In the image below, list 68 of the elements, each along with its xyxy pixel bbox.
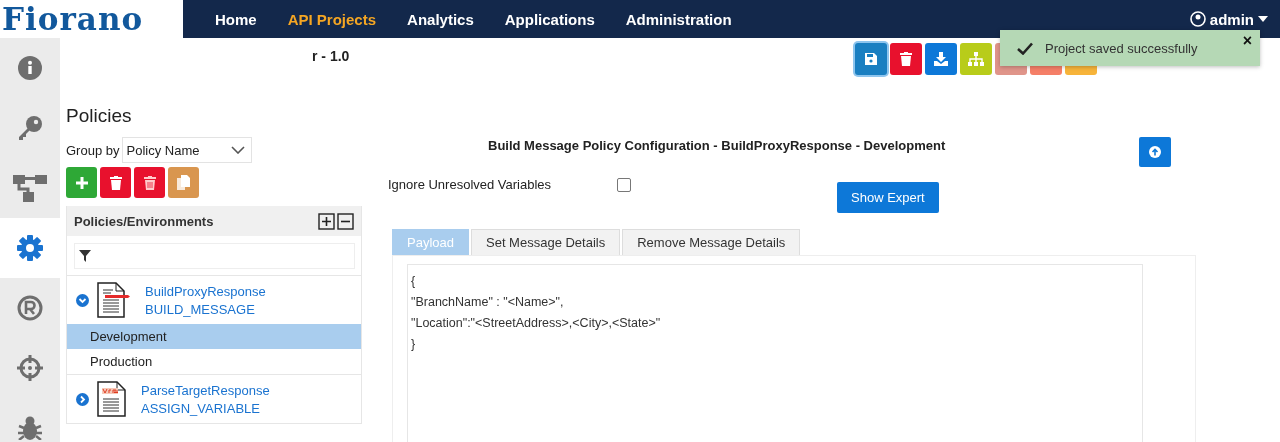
bug-icon — [17, 416, 43, 440]
filter-field[interactable] — [74, 243, 355, 269]
expand-icon[interactable] — [76, 392, 89, 406]
download-icon — [934, 52, 948, 66]
registered-icon — [17, 295, 43, 321]
group-by-select[interactable]: Policy Name — [122, 137, 253, 163]
nav-item[interactable]: Applications — [504, 10, 595, 28]
delete-button[interactable] — [100, 167, 131, 198]
payload-line: "Location":"<StreetAddress>,<City>,<State>" — [411, 315, 662, 332]
tree-header: Policies/Environments — [74, 213, 214, 229]
section-title: Policies — [66, 105, 132, 126]
payload-line: { — [411, 273, 417, 290]
sidebar-item[interactable] — [0, 218, 60, 278]
user-icon — [1189, 11, 1206, 27]
user-name[interactable]: admin — [1209, 10, 1254, 28]
save-button[interactable] — [855, 43, 887, 75]
collapse-icon[interactable] — [76, 293, 89, 307]
chevron-down-icon — [231, 146, 246, 154]
plus-icon — [75, 176, 88, 189]
policy-name[interactable]: BuildProxyResponse — [145, 283, 266, 299]
upload-icon — [1149, 146, 1161, 158]
expand-all-icon[interactable] — [318, 212, 335, 230]
payload-line: } — [411, 336, 417, 353]
nav-item[interactable]: API Projects — [287, 10, 377, 28]
policy-type: ASSIGN_VARIABLE — [141, 400, 261, 416]
close-button[interactable]: × — [1242, 32, 1252, 50]
ignore-variables-label: Ignore Unresolved Variables — [388, 177, 552, 192]
add-button[interactable] — [66, 167, 97, 198]
settings-icon — [17, 235, 43, 261]
nav-item[interactable]: Home — [215, 10, 257, 28]
config-title: Build Message Policy Configuration - BuildProxyResponse - Development — [488, 138, 946, 153]
sitemap-icon — [968, 52, 984, 66]
tab[interactable]: Set Message Details — [471, 229, 621, 255]
check-icon — [1017, 41, 1033, 55]
trash-icon — [109, 175, 122, 190]
logo: Fiorano — [0, 0, 183, 38]
group-by-label: Group by — [66, 142, 120, 158]
crosshair-icon — [17, 355, 43, 381]
tab[interactable]: Remove Message Details — [622, 229, 801, 255]
collapse-all-icon[interactable] — [337, 212, 354, 230]
filter-icon — [79, 250, 91, 262]
revision-label: r - 1.0 — [312, 48, 350, 64]
hierarchy-icon — [13, 173, 47, 203]
policy-name[interactable]: ParseTargetResponse — [141, 382, 270, 398]
copy-icon — [177, 175, 190, 190]
toast-message: Project saved successfully — [1045, 40, 1198, 56]
save-icon — [865, 53, 877, 65]
info-icon — [18, 56, 42, 80]
nav-item[interactable]: Analytics — [407, 10, 474, 28]
nav-item[interactable]: Administration — [625, 10, 732, 28]
policy-type: BUILD_MESSAGE — [145, 301, 256, 317]
download-button[interactable] — [925, 43, 957, 75]
payload-editor[interactable]: { "BranchName" : "<Name>", "Location":"<StreetAddress>,<City>,<State>" } — [407, 264, 1143, 442]
trash-icon — [143, 175, 156, 190]
copy-button[interactable] — [168, 167, 199, 198]
key-icon — [17, 115, 43, 141]
show-expert-button[interactable]: Show Expert — [837, 182, 939, 213]
caret-icon — [1258, 16, 1268, 22]
document-pen-icon — [97, 282, 131, 318]
trash-icon — [900, 52, 912, 66]
upload-button[interactable] — [1139, 137, 1171, 167]
delete-all-button[interactable] — [134, 167, 165, 198]
ignore-variables-checkbox[interactable] — [617, 177, 632, 192]
payload-line: "BranchName" : "<Name>", — [411, 294, 565, 311]
document-variable-icon — [97, 381, 127, 417]
delete-button[interactable] — [890, 43, 922, 75]
environment-item[interactable]: Production — [67, 349, 361, 374]
environment-item[interactable]: Development — [67, 324, 361, 349]
